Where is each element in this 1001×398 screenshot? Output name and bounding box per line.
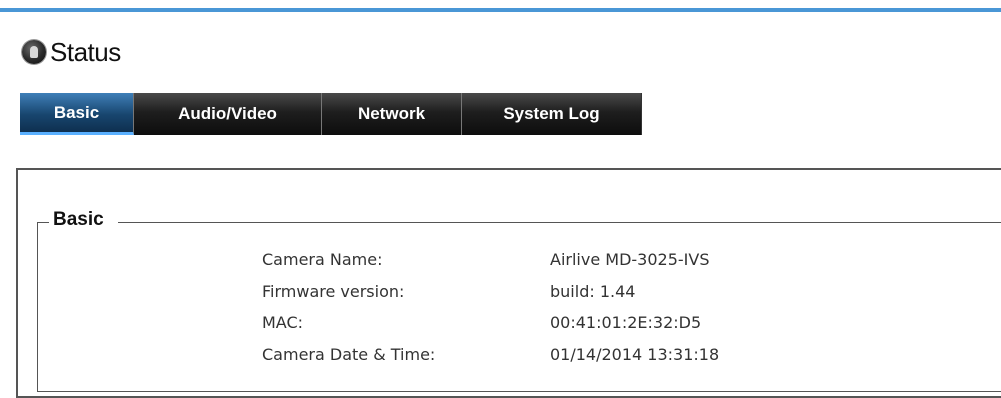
camera-name-label: Camera Name:: [262, 250, 383, 269]
firmware-label: Firmware version:: [262, 282, 405, 301]
mac-label: MAC:: [262, 313, 304, 332]
page-title: Status: [50, 36, 121, 67]
basic-fieldset: [37, 222, 1001, 392]
tab-system-log[interactable]: System Log: [462, 93, 642, 135]
tab-basic[interactable]: Basic: [20, 93, 134, 135]
firmware-value: build: 1.44: [550, 282, 636, 301]
tab-network[interactable]: Network: [322, 93, 462, 135]
page-header: Status: [22, 36, 121, 68]
basic-section-legend: Basic: [49, 208, 118, 232]
date-time-label: Camera Date & Time:: [262, 345, 436, 364]
mac-value: 00:41:01:2E:32:D5: [550, 313, 702, 332]
tab-bar: Basic Audio/Video Network System Log: [20, 93, 642, 135]
tab-audio-video[interactable]: Audio/Video: [134, 93, 322, 135]
date-time-value: 01/14/2014 13:31:18: [550, 345, 720, 364]
camera-name-value: Airlive MD-3025-IVS: [550, 250, 710, 269]
top-accent-bar: [0, 8, 1001, 12]
camera-status-icon: [22, 40, 46, 64]
